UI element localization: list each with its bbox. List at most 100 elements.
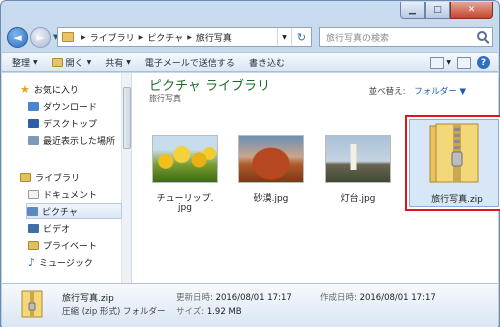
sidebar-item-favorites[interactable]: ★ お気に入り	[20, 81, 120, 97]
selection-highlight: 旅行写真.zip	[409, 119, 499, 207]
view-options-icon[interactable]	[430, 56, 445, 69]
music-note-icon: ♪	[28, 255, 36, 269]
sidebar-item-label: ライブラリ	[35, 173, 81, 184]
arrange-value: フォルダー	[414, 87, 457, 97]
folder-icon	[62, 32, 74, 42]
back-arrow-icon: ◄	[13, 30, 22, 44]
share-label: 共有	[105, 58, 124, 69]
recent-places-icon	[28, 135, 39, 145]
chevron-down-icon[interactable]: ▼	[446, 59, 451, 66]
sidebar-item-label: ミュージック	[39, 258, 93, 269]
refresh-button[interactable]: ↻	[291, 28, 311, 46]
sidebar-item-label: プライベート	[43, 241, 98, 252]
library-icon	[20, 172, 31, 182]
organize-label: 整理	[12, 58, 31, 69]
chevron-right-icon[interactable]: ▶	[81, 34, 86, 41]
arrange-by: 並べ替え: フォルダー ▼	[369, 85, 466, 97]
library-title: ピクチャ ライブラリ	[149, 79, 271, 94]
details-pane: 旅行写真.zip 圧縮 (zip 形式) フォルダー 更新日時: 2016/08…	[2, 283, 498, 327]
organize-button[interactable]: 整理 ▼	[12, 56, 38, 69]
created-value: 2016/08/01 17:17	[359, 293, 436, 303]
tulip-thumbnail	[152, 135, 218, 183]
pictures-icon	[27, 206, 38, 216]
sidebar-item-pictures[interactable]: ピクチャ	[26, 203, 122, 219]
breadcrumb: ▶ ライブラリ ▶ ピクチャ ▶ 旅行写真	[77, 31, 232, 44]
details-size: サイズ: 1.92 MB	[176, 305, 242, 317]
file-name: 旅行写真.zip	[431, 195, 483, 205]
arrange-by-dropdown[interactable]: フォルダー ▼	[414, 87, 466, 97]
chevron-right-icon[interactable]: ▶	[139, 34, 144, 41]
download-folder-icon	[28, 101, 39, 111]
zip-folder-icon	[21, 290, 43, 318]
file-name: 砂漠.jpg	[253, 194, 289, 204]
back-button[interactable]: ◄	[7, 26, 28, 48]
details-file-type: 圧縮 (zip 形式) フォルダー	[62, 307, 166, 317]
share-button[interactable]: 共有 ▼	[105, 56, 131, 69]
chevron-down-icon: ▼	[126, 58, 131, 66]
breadcrumb-travel-photos[interactable]: 旅行写真	[196, 31, 232, 44]
content-area: ★ お気に入り ダウンロード デスクトップ 最近表示した場所 ライブラリ ドキュ…	[2, 73, 500, 283]
size-value: 1.92 MB	[206, 307, 242, 317]
open-label: 開く	[65, 58, 84, 69]
sidebar-item-label: ダウンロード	[43, 102, 98, 113]
sidebar-item-documents[interactable]: ドキュメント	[28, 186, 128, 202]
email-label: 電子メールで送信する	[144, 58, 235, 69]
sidebar-item-desktop[interactable]: デスクトップ	[28, 115, 128, 131]
search-input[interactable]: 旅行写真の検索	[319, 27, 493, 47]
desert-thumbnail	[238, 135, 304, 183]
navigation-pane-scrollbar[interactable]	[122, 73, 132, 283]
breadcrumb-libraries[interactable]: ライブラリ	[90, 31, 135, 44]
close-button[interactable]: ✕	[450, 2, 493, 19]
video-icon	[28, 223, 39, 233]
search-placeholder: 旅行写真の検索	[326, 33, 390, 44]
desktop-icon	[28, 118, 39, 128]
preview-pane-icon[interactable]	[457, 56, 471, 69]
open-button[interactable]: 開く ▼	[51, 56, 92, 69]
refresh-icon: ↻	[296, 30, 307, 44]
file-item-zip[interactable]: 旅行写真.zip	[405, 115, 500, 211]
chevron-down-icon: ▼	[33, 58, 38, 66]
sidebar-item-label: ドキュメント	[43, 190, 98, 201]
sidebar-item-music[interactable]: ♪ ミュージック	[28, 254, 128, 270]
chevron-right-icon[interactable]: ▶	[187, 34, 192, 41]
open-folder-icon	[51, 57, 63, 67]
sidebar-item-label: 最近表示した場所	[43, 136, 116, 147]
scrollbar-thumb[interactable]	[123, 87, 131, 149]
burn-button[interactable]: 書き込む	[249, 56, 285, 69]
size-label: サイズ:	[176, 307, 205, 317]
details-modified: 更新日時: 2016/08/01 17:17	[176, 291, 292, 303]
details-file-name: 旅行写真.zip	[62, 294, 114, 304]
caption-buttons: ▁ □ ✕	[400, 2, 493, 19]
sidebar-item-downloads[interactable]: ダウンロード	[28, 98, 128, 114]
documents-icon	[28, 189, 39, 199]
created-label: 作成日時:	[320, 293, 357, 303]
sidebar-item-label: デスクトップ	[43, 119, 98, 130]
minimize-button[interactable]: ▁	[400, 2, 425, 19]
burn-label: 書き込む	[248, 58, 285, 69]
details-created: 作成日時: 2016/08/01 17:17	[320, 291, 436, 303]
sidebar-item-private[interactable]: プライベート	[28, 237, 128, 253]
address-history-dropdown[interactable]: ▼	[277, 28, 291, 46]
sidebar-item-label: ピクチャ	[42, 207, 78, 218]
sidebar-item-recent-places[interactable]: 最近表示した場所	[28, 132, 128, 148]
search-icon	[477, 31, 487, 41]
chevron-down-icon: ▼	[86, 58, 92, 66]
file-name: 灯台.jpg	[340, 194, 376, 204]
help-icon[interactable]: ?	[477, 56, 490, 69]
address-bar[interactable]: ▶ ライブラリ ▶ ピクチャ ▶ 旅行写真 ▼ ↻	[57, 27, 312, 47]
file-name-ext: jpg	[178, 203, 192, 213]
breadcrumb-pictures[interactable]: ピクチャ	[147, 31, 183, 44]
lighthouse-thumbnail	[325, 135, 391, 183]
sidebar-item-libraries[interactable]: ライブラリ	[20, 169, 120, 185]
arrange-label: 並べ替え:	[368, 87, 406, 97]
explorer-window: ▁ □ ✕ ◄ ► ▼ ▶ ライブラリ ▶ ピクチャ ▶ 旅行写真 ▼ ↻ 旅行…	[0, 0, 500, 327]
modified-label: 更新日時:	[176, 293, 213, 303]
forward-button[interactable]: ►	[30, 26, 51, 48]
sidebar-item-videos[interactable]: ビデオ	[28, 220, 128, 236]
sidebar-item-label: ビデオ	[43, 224, 71, 235]
email-button[interactable]: 電子メールで送信する	[145, 56, 235, 69]
file-list: ピクチャ ライブラリ 旅行写真 並べ替え: フォルダー ▼ チューリップ. jp…	[133, 73, 500, 283]
navigation-bar: ◄ ► ▼ ▶ ライブラリ ▶ ピクチャ ▶ 旅行写真 ▼ ↻ 旅行写真の検索	[7, 25, 493, 49]
forward-arrow-icon: ►	[36, 30, 45, 44]
maximize-button[interactable]: □	[425, 2, 450, 19]
